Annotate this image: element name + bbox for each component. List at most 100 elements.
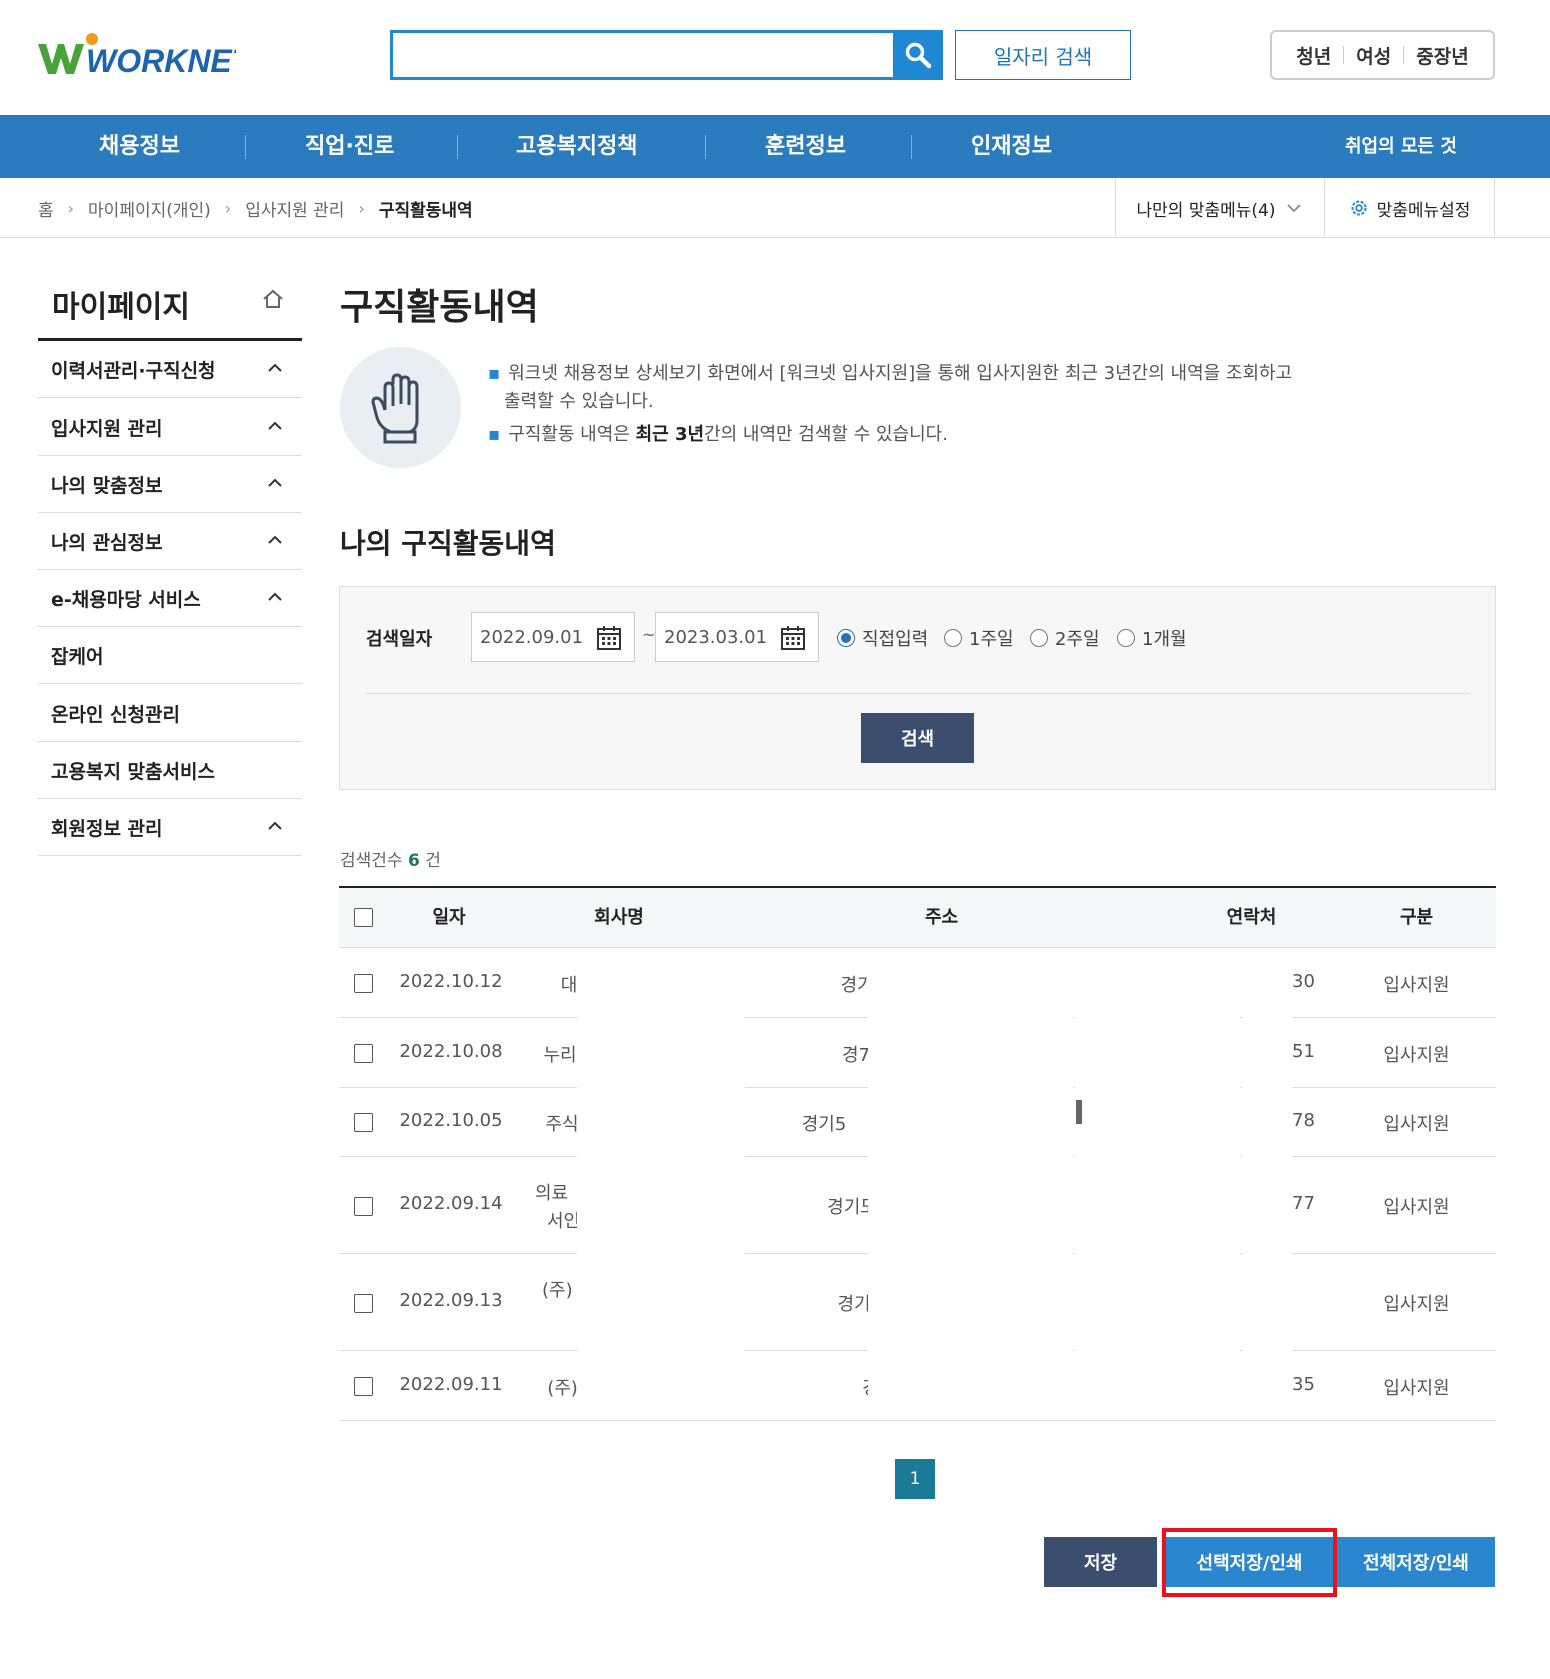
redaction-mask <box>1075 950 1240 1420</box>
column-header-date: 일자 <box>432 907 466 928</box>
nav-divider <box>457 135 458 159</box>
search-input[interactable] <box>390 30 942 80</box>
sidebar-item-label: 입사지원 관리 <box>51 417 163 440</box>
radio-1-week[interactable]: 1주일 <box>944 625 1014 651</box>
row-checkbox[interactable] <box>354 1113 373 1132</box>
nav-welfare-policy[interactable]: 고용복지정책 <box>516 115 637 178</box>
radio-button <box>1030 629 1048 647</box>
sidebar-item-application[interactable]: 입사지원 관리 <box>38 399 302 456</box>
sidebar-item-label: 고용복지 맞춤서비스 <box>51 760 215 783</box>
date-from-field[interactable]: 2022.09.01 <box>471 612 635 662</box>
nav-career[interactable]: 직업·진로 <box>305 115 394 178</box>
sidebar-item-label: 이력서관리·구직신청 <box>51 359 216 382</box>
radio-label: 2주일 <box>1055 629 1100 650</box>
table-header: 일자 회사명 주소 연락처 구분 <box>339 888 1496 948</box>
row-checkbox[interactable] <box>354 1377 373 1396</box>
sidebar-item-jobcare[interactable]: 잡케어 <box>38 627 302 684</box>
target-youth-link[interactable]: 청년 <box>1296 42 1331 69</box>
redaction-artifact <box>1076 1100 1082 1124</box>
job-search-button[interactable]: 일자리 검색 <box>955 30 1131 80</box>
nav-divider <box>705 135 706 159</box>
breadcrumb-home[interactable]: 홈 <box>38 196 54 221</box>
row-checkbox[interactable] <box>354 1044 373 1063</box>
calendar-icon[interactable] <box>596 625 622 651</box>
radio-2-weeks[interactable]: 2주일 <box>1030 625 1100 651</box>
row-company-line2: 서인 <box>547 1211 581 1232</box>
save-button[interactable]: 저장 <box>1044 1537 1157 1587</box>
column-header-address: 주소 <box>924 907 959 928</box>
redaction-mask <box>577 950 745 1420</box>
search-icon <box>905 42 932 69</box>
my-custom-menu-label: 나만의 맞춤메뉴(4) <box>1136 200 1276 221</box>
sidebar-item-interest-info[interactable]: 나의 관심정보 <box>38 513 302 570</box>
row-company: 누리 <box>543 1045 577 1066</box>
breadcrumb-mypage[interactable]: 마이페이지(개인) <box>88 196 211 221</box>
bullet: ▪ <box>488 363 501 384</box>
row-checkbox[interactable] <box>354 1197 373 1216</box>
search-panel: 검색일자 2022.09.01 ~ 2023.03.01 직접입력 1주일 2주… <box>339 586 1496 790</box>
sidebar-item-custom-info[interactable]: 나의 맞춤정보 <box>38 456 302 513</box>
info-text: 워크넷 채용정보 상세보기 화면에서 [워크넷 입사지원]을 통해 입사지원한 … <box>508 363 1293 384</box>
sidebar-item-label: 회원정보 관리 <box>51 817 163 840</box>
nav-all-about-jobs[interactable]: 취업의 모든 것 <box>1345 115 1457 178</box>
page-number-current[interactable]: 1 <box>895 1459 935 1499</box>
calendar-icon[interactable] <box>780 625 806 651</box>
worknet-logo[interactable]: WORKNET <box>36 30 254 80</box>
page-title: 구직활동내역 <box>340 287 539 328</box>
sidebar-item-online-apply[interactable]: 온라인 신청관리 <box>38 685 302 742</box>
home-icon[interactable] <box>262 288 284 314</box>
breadcrumb-application[interactable]: 입사지원 관리 <box>245 196 344 221</box>
all-save-print-button[interactable]: 전체저장/인쇄 <box>1337 1537 1495 1587</box>
result-count-label: 검색건수 <box>340 851 403 871</box>
bullet: ▪ <box>488 424 501 445</box>
radio-1-month[interactable]: 1개월 <box>1117 625 1187 651</box>
sidebar-item-welfare[interactable]: 고용복지 맞춤서비스 <box>38 742 302 799</box>
row-checkbox[interactable] <box>354 1294 373 1313</box>
breadcrumb-bar: 홈 › 마이페이지(개인) › 입사지원 관리 › 구직활동내역 나만의 맞춤메… <box>0 178 1550 238</box>
target-middle-aged-link[interactable]: 중장년 <box>1416 42 1468 69</box>
row-date: 2022.10.08 <box>399 1041 503 1062</box>
chevron-up-icon <box>268 478 282 487</box>
search-submit-button[interactable]: 검색 <box>861 713 974 763</box>
row-date: 2022.10.05 <box>399 1110 503 1131</box>
sidebar-title: 마이페이지 <box>52 290 190 325</box>
row-type: 입사지원 <box>1383 1294 1450 1315</box>
search-button[interactable] <box>893 30 943 80</box>
menu-settings-button[interactable]: 맞춤메뉴설정 <box>1325 178 1495 238</box>
column-header-phone: 연락처 <box>1226 907 1277 928</box>
target-women-link[interactable]: 여성 <box>1356 42 1391 69</box>
chevron-right-icon: › <box>358 198 365 218</box>
redaction-mask <box>868 950 1073 1420</box>
column-header-type: 구분 <box>1399 907 1434 928</box>
info-text-bold: 최근 3년 <box>635 424 705 445</box>
row-date: 2022.09.11 <box>399 1374 503 1395</box>
nav-training[interactable]: 훈련정보 <box>765 115 846 178</box>
nav-recruit-info[interactable]: 채용정보 <box>99 115 180 178</box>
chevron-up-icon <box>268 821 282 830</box>
nav-talent[interactable]: 인재정보 <box>971 115 1052 178</box>
main-nav: 채용정보 직업·진로 고용복지정책 훈련정보 인재정보 취업의 모든 것 <box>0 115 1550 178</box>
sidebar-item-label: 나의 맞춤정보 <box>51 474 163 497</box>
glove-icon <box>340 347 461 468</box>
select-all-checkbox[interactable] <box>354 908 373 927</box>
date-to-field[interactable]: 2023.03.01 <box>655 612 819 662</box>
sidebar-item-e-recruit[interactable]: e-채용마당 서비스 <box>38 570 302 627</box>
gear-icon <box>1351 200 1367 216</box>
row-type: 입사지원 <box>1383 1045 1450 1066</box>
radio-label: 1개월 <box>1142 629 1187 650</box>
sidebar-item-label: 잡케어 <box>51 645 104 668</box>
row-phone-tail: 77 <box>1292 1193 1315 1214</box>
result-count: 검색건수 6 건 <box>340 846 441 871</box>
radio-direct-input[interactable]: 직접입력 <box>837 625 928 651</box>
divider <box>1403 46 1405 64</box>
sidebar-item-resume[interactable]: 이력서관리·구직신청 <box>38 341 302 398</box>
my-custom-menu-dropdown[interactable]: 나만의 맞춤메뉴(4) <box>1115 178 1325 238</box>
row-checkbox[interactable] <box>354 974 373 993</box>
breadcrumb: 홈 › 마이페이지(개인) › 입사지원 관리 › 구직활동내역 <box>38 178 473 238</box>
sidebar-item-member-info[interactable]: 회원정보 관리 <box>38 799 302 856</box>
nav-divider <box>911 135 912 159</box>
row-company: (주) <box>542 1280 573 1301</box>
info-line-1b: 출력할 수 있습니다. <box>504 391 654 412</box>
row-type: 입사지원 <box>1383 1114 1450 1135</box>
row-type: 입사지원 <box>1383 1197 1450 1218</box>
